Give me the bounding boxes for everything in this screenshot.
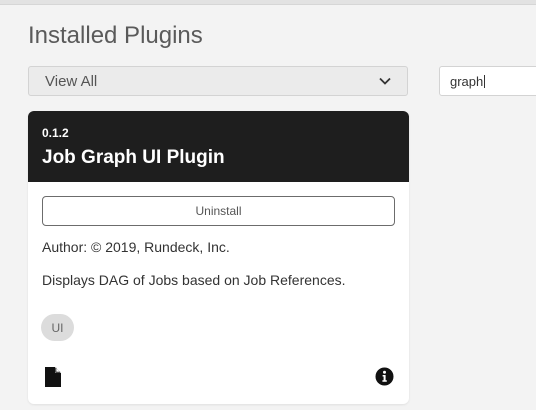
file-icon[interactable]	[45, 367, 61, 387]
view-filter-select[interactable]: View All	[28, 66, 408, 96]
chevron-down-icon	[379, 75, 391, 87]
plugin-search-input[interactable]: graph	[439, 66, 536, 96]
plugin-tag[interactable]: UI	[41, 314, 74, 341]
text-caret	[484, 74, 486, 88]
info-icon[interactable]	[375, 367, 394, 386]
uninstall-button[interactable]: Uninstall	[42, 196, 395, 226]
view-filter-selected: View All	[45, 72, 98, 90]
plugin-search-value: graph	[450, 73, 484, 89]
page-title: Installed Plugins	[28, 22, 203, 49]
top-divider	[0, 0, 536, 5]
plugin-card-header: 0.1.2 Job Graph UI Plugin	[28, 111, 409, 182]
plugin-version: 0.1.2	[42, 126, 69, 140]
plugin-card: 0.1.2 Job Graph UI Plugin Uninstall Auth…	[28, 111, 409, 404]
plugin-author: Author: © 2019, Rundeck, Inc.	[42, 239, 230, 255]
plugin-description: Displays DAG of Jobs based on Job Refere…	[42, 272, 346, 288]
plugin-title: Job Graph UI Plugin	[42, 147, 225, 168]
